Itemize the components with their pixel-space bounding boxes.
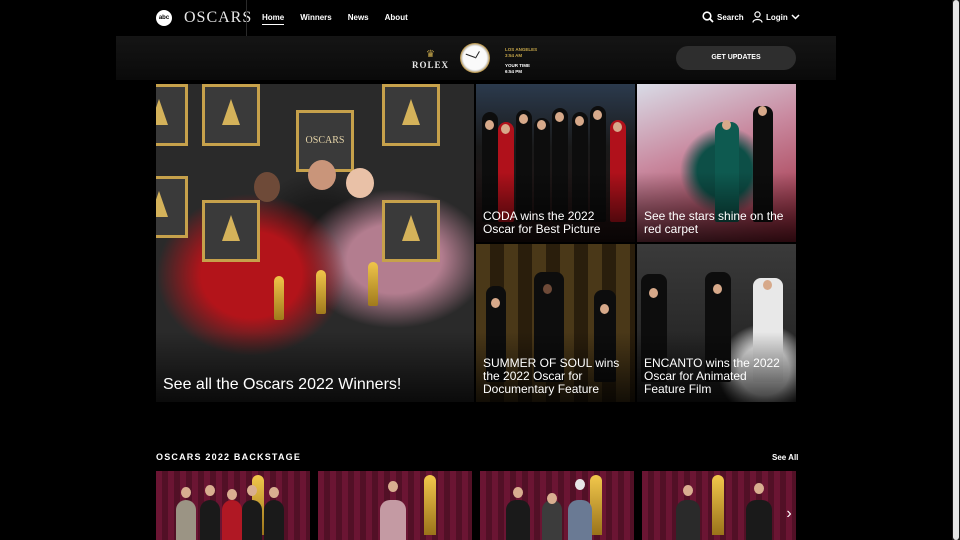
search-label: Search xyxy=(717,12,744,22)
coda-best-picture-tile[interactable]: CODA wins the 2022 Oscar for Best Pictur… xyxy=(476,84,635,242)
get-updates-button[interactable]: GET UPDATES xyxy=(676,46,796,70)
backstage-thumb-3[interactable] xyxy=(480,471,634,540)
carousel-next-arrow-icon[interactable]: › xyxy=(782,503,796,525)
backstage-thumb-1[interactable] xyxy=(156,471,310,540)
oscars-logo[interactable]: OSCARS xyxy=(184,9,252,27)
backstage-section-title: OSCARS 2022 BACKSTAGE xyxy=(156,452,302,462)
city-time: 3:54 AM xyxy=(505,52,523,58)
city-label: LOS ANGELES xyxy=(505,47,538,52)
rolex-logo: ♛ ROLEX xyxy=(412,49,450,71)
search-icon xyxy=(702,11,714,23)
encanto-tile[interactable]: ENCANTO wins the 2022 Oscar for Animated… xyxy=(637,244,796,402)
nav-home[interactable]: Home xyxy=(262,13,285,25)
summer-of-soul-tile[interactable]: SUMMER OF SOUL wins the 2022 Oscar for D… xyxy=(476,244,635,402)
your-time: 6:54 PM xyxy=(505,68,523,74)
summer-of-soul-caption: SUMMER OF SOUL wins the 2022 Oscar for D… xyxy=(483,356,620,396)
scrollbar-thumb[interactable] xyxy=(953,0,959,540)
nav-about[interactable]: About xyxy=(385,13,408,25)
crown-icon: ♛ xyxy=(426,49,435,60)
user-icon xyxy=(752,11,763,23)
page-scrollbar[interactable] xyxy=(952,0,960,540)
nav-news[interactable]: News xyxy=(348,13,369,25)
site-header: abc OSCARS Home Winners News About Searc… xyxy=(0,0,952,36)
nav-divider xyxy=(246,0,247,36)
search-button[interactable]: Search xyxy=(702,11,744,23)
hero-winners-tile[interactable]: OSCARS See all the Oscars 2022 Winners! xyxy=(156,84,474,402)
backstage-thumb-4[interactable] xyxy=(642,471,796,540)
encanto-caption: ENCANTO wins the 2022 Oscar for Animated… xyxy=(644,356,780,396)
main-nav: Home Winners News About xyxy=(262,13,408,25)
red-carpet-tile[interactable]: See the stars shine on the red carpet xyxy=(637,84,796,242)
see-all-link[interactable]: See All xyxy=(772,453,798,462)
clock-icon xyxy=(460,43,490,73)
chevron-down-icon xyxy=(791,14,800,20)
hero-main-caption: See all the Oscars 2022 Winners! xyxy=(163,376,402,393)
backstage-thumb-2[interactable] xyxy=(318,471,472,540)
rolex-wordmark: ROLEX xyxy=(412,60,450,70)
rolex-ad-banner[interactable]: ♛ ROLEX LOS ANGELES 3:54 AM YOUR TIME 6:… xyxy=(116,36,836,80)
red-carpet-caption: See the stars shine on the red carpet xyxy=(644,209,784,236)
login-button[interactable]: Login xyxy=(752,11,800,23)
nav-winners[interactable]: Winners xyxy=(300,13,332,25)
coda-caption: CODA wins the 2022 Oscar for Best Pictur… xyxy=(483,209,601,236)
abc-logo[interactable]: abc xyxy=(156,10,172,26)
ad-time-readout: LOS ANGELES 3:54 AM YOUR TIME 6:54 PM xyxy=(505,47,537,74)
login-label: Login xyxy=(766,12,788,22)
